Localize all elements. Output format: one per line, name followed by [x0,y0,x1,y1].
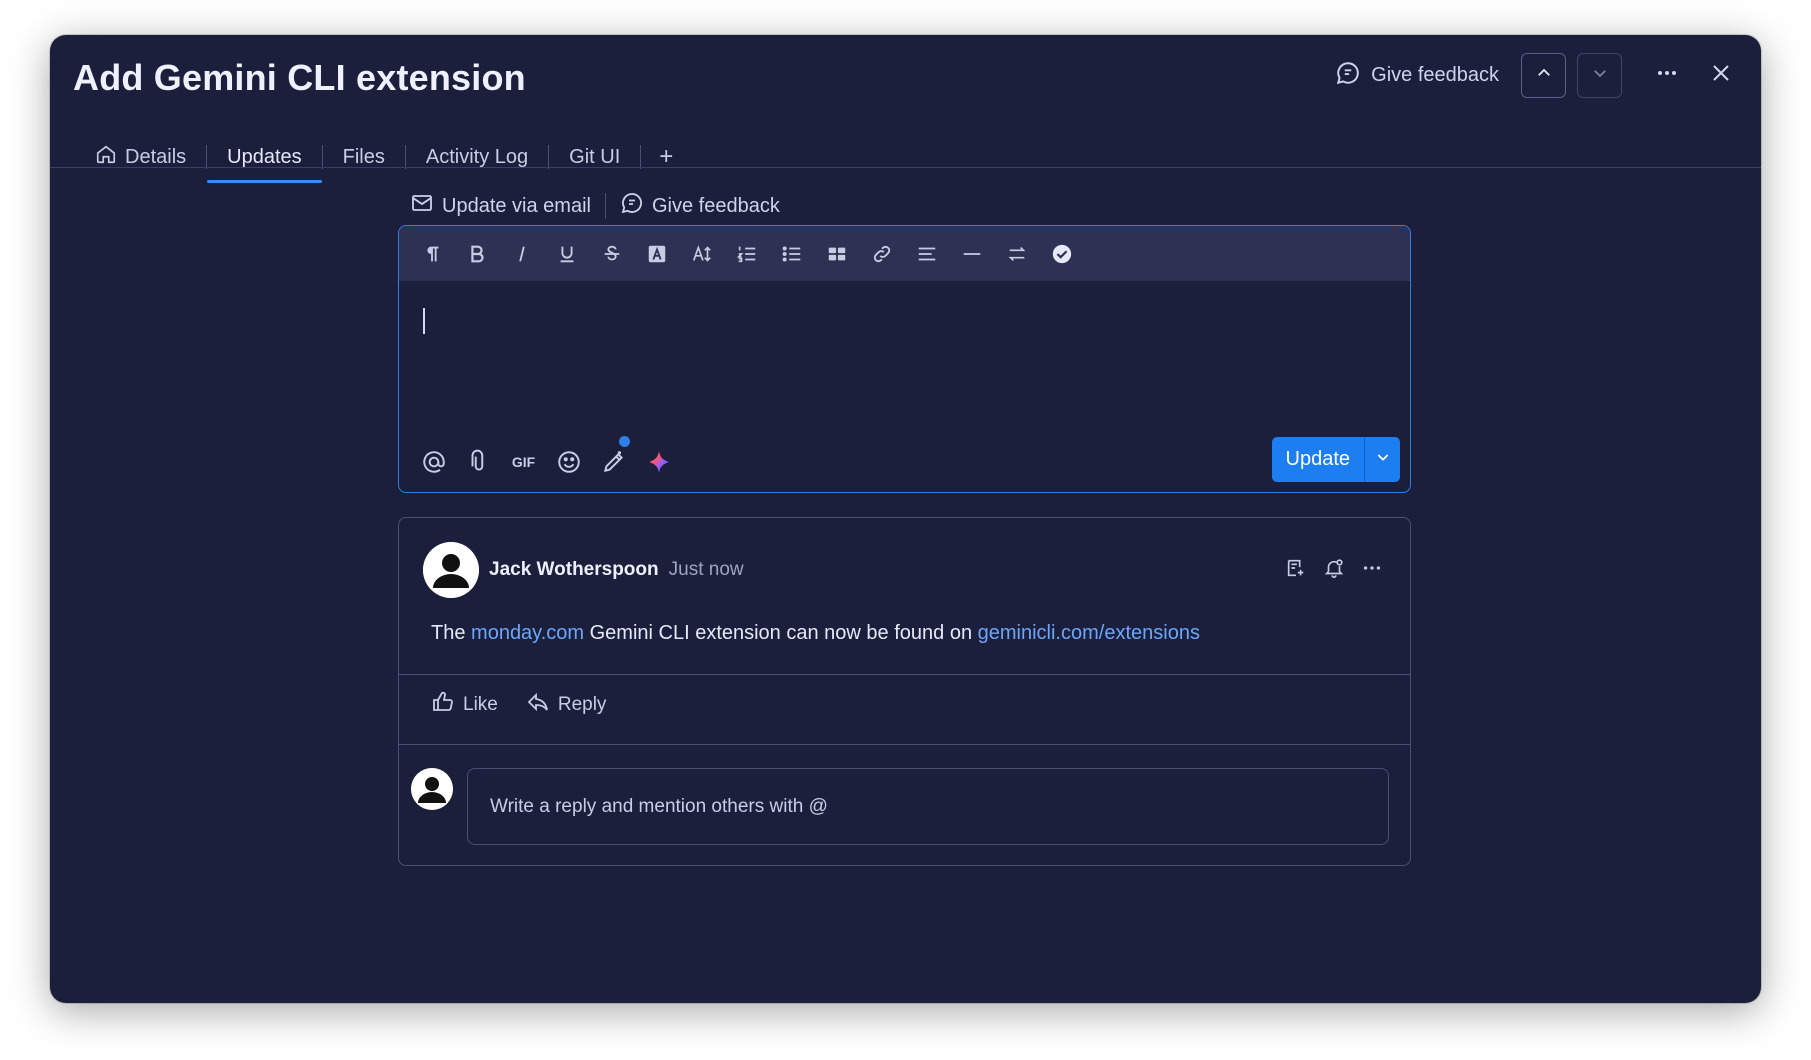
previous-item-button[interactable] [1521,53,1566,98]
feedback-icon [620,191,644,221]
strikethrough-icon[interactable] [589,234,634,274]
editor-bottom-actions: GIF [411,436,681,482]
post-body: The monday.com Gemini CLI extension can … [431,622,1200,645]
post-actions [1284,556,1384,580]
post-link-extensions[interactable]: geminicli.com/extensions [978,622,1200,644]
add-to-item-icon[interactable] [1284,556,1308,580]
text-direction-icon[interactable] [994,234,1039,274]
checklist-icon[interactable] [1039,234,1084,274]
post-text: The [431,622,472,644]
thumbs-up-icon [431,690,455,720]
tab-activity-log[interactable]: Activity Log [406,135,548,179]
update-split-button: Update [1271,437,1400,482]
reply-icon [526,690,550,720]
update-post: Jack Wotherspoon Just now The monday.com… [398,517,1411,866]
top-actions: Give feedback [1335,53,1741,98]
emoji-icon[interactable] [546,442,591,482]
reply-button[interactable]: Reply [526,690,607,720]
tab-label: Updates [227,145,302,168]
tab-bar: Details Updates Files Activity Log Git U… [75,135,691,183]
align-icon[interactable] [904,234,949,274]
tab-details[interactable]: Details [75,135,206,179]
item-dialog: Add Gemini CLI extension Give feedback D… [50,35,1761,1003]
tab-files[interactable]: Files [323,135,405,179]
bullet-list-icon[interactable] [769,234,814,274]
italic-icon[interactable] [499,234,544,274]
update-options-dropdown[interactable] [1364,437,1400,482]
update-button[interactable]: Update [1272,437,1365,482]
editor-toolbar [399,226,1410,281]
more-options-button[interactable] [1647,56,1687,96]
close-icon [1709,61,1733,90]
update-via-email-button[interactable]: Update via email [410,191,591,221]
link-icon[interactable] [859,234,904,274]
give-feedback-button[interactable]: Give feedback [1335,60,1499,92]
tab-divider [50,167,1761,168]
more-horizontal-icon[interactable] [1360,556,1384,580]
draw-icon[interactable] [591,436,636,482]
chevron-up-icon [1535,64,1553,87]
post-link-monday[interactable]: monday.com [471,622,584,644]
tab-label: Git UI [569,145,621,168]
post-divider [399,744,1410,745]
notification-bell-icon[interactable] [1322,556,1346,580]
underline-icon[interactable] [544,234,589,274]
avatar [411,768,453,810]
subbar-give-feedback-button[interactable]: Give feedback [620,191,780,221]
tab-label: Activity Log [425,145,529,168]
author-name[interactable]: Jack Wotherspoon [489,559,659,581]
tab-label: Details [125,145,187,168]
update-via-email-label: Update via email [442,194,591,217]
post-divider [399,674,1410,675]
update-editor[interactable]: GIF Update [398,225,1411,493]
like-button[interactable]: Like [431,690,498,720]
reply-label: Reply [557,694,607,715]
add-view-button[interactable]: + [641,135,691,179]
post-timestamp: Just now [668,559,744,580]
mention-icon[interactable] [411,442,456,482]
feedback-icon [1335,60,1361,92]
like-label: Like [463,694,498,715]
text-cursor [423,308,425,334]
give-feedback-label: Give feedback [651,194,780,217]
text-color-icon[interactable] [634,234,679,274]
close-button[interactable] [1701,56,1741,96]
post-header: Jack Wotherspoon Just now [423,542,744,598]
ai-sparkle-icon[interactable] [636,442,681,482]
subbar-separator [604,193,606,219]
attach-icon[interactable] [456,442,501,482]
updates-subbar: Update via email Give feedback [410,183,780,229]
avatar[interactable] [423,542,479,598]
gif-icon[interactable]: GIF [501,442,546,482]
tab-git-ui[interactable]: Git UI [549,135,640,179]
reply-input[interactable] [467,768,1389,845]
tab-label: Files [342,145,385,168]
font-size-icon[interactable] [679,234,724,274]
give-feedback-label: Give feedback [1371,64,1499,86]
post-reactions: Like Reply [431,690,606,720]
tab-updates[interactable]: Updates [207,135,322,183]
numbered-list-icon[interactable] [724,234,769,274]
chevron-down-icon [1375,449,1391,470]
post-text: Gemini CLI extension can now be found on [584,622,978,644]
bold-icon[interactable] [454,234,499,274]
more-horizontal-icon [1655,61,1679,90]
next-item-button[interactable] [1577,53,1622,98]
mail-icon [410,191,434,221]
notification-dot [619,436,630,447]
table-icon[interactable] [814,234,859,274]
paragraph-icon[interactable] [409,234,454,274]
page-title: Add Gemini CLI extension [73,57,526,98]
chevron-down-icon [1591,64,1609,87]
divider-icon[interactable] [949,234,994,274]
